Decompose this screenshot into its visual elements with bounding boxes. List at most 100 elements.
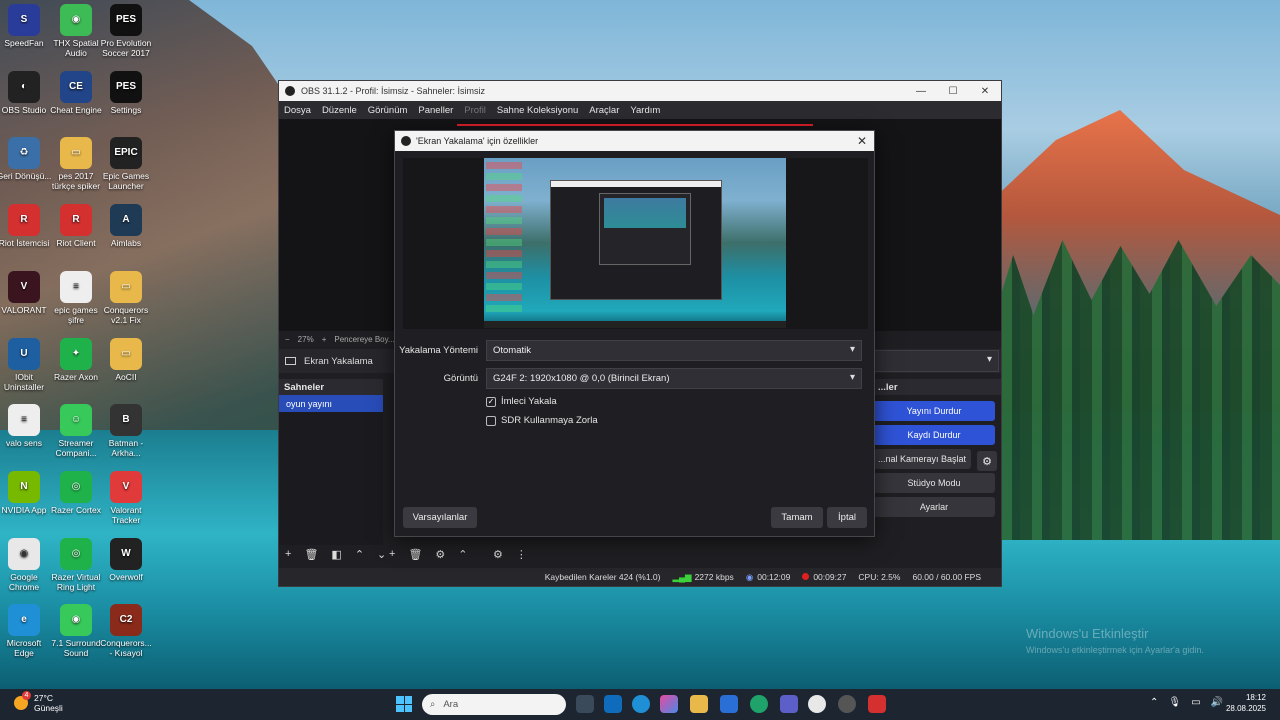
dialog-close-icon[interactable]: ✕	[850, 134, 874, 148]
desktop-icon[interactable]: ◉ 7.1 Surround Sound	[48, 604, 104, 658]
zoom-in-button[interactable]: +	[322, 335, 327, 344]
desktop-icon[interactable]: ☺ Streamer Compani...	[48, 404, 104, 458]
stop-stream-button[interactable]: Yayını Durdur	[873, 401, 995, 421]
desktop-icon[interactable]: ◉ THX Spatial Audio	[48, 4, 104, 58]
scenes-header: Sahneler	[284, 381, 325, 393]
source-settings-icon[interactable]: ⚙	[435, 548, 445, 561]
virtual-camera-button[interactable]: ...nal Kamerayı Başlat	[873, 449, 971, 469]
settings-button[interactable]: Ayarlar	[873, 497, 995, 517]
display-select[interactable]: G24F 2: 1920x1080 @ 0,0 (Birincil Ekran)	[486, 367, 862, 389]
obs-title-bar[interactable]: OBS 31.1.2 - Profil: İsimsiz - Sahneler:…	[279, 81, 1001, 101]
menu-araclar[interactable]: Araçlar	[589, 105, 619, 116]
edge-icon[interactable]	[632, 695, 650, 713]
desktop-icon[interactable]: CE Cheat Engine	[48, 70, 104, 115]
mixer-settings-icon[interactable]: ⚙	[493, 548, 503, 561]
remove-scene-icon[interactable]: 🗑	[304, 548, 318, 561]
desktop-icon[interactable]: ≡ epic games şifre	[48, 270, 104, 325]
capture-method-select[interactable]: Otomatik	[486, 339, 862, 361]
desktop-icon[interactable]: ≡ valo sens	[0, 404, 52, 448]
desktop-icon[interactable]: B Batman - Arkha...	[98, 404, 154, 458]
desktop-icon[interactable]: e Microsoft Edge	[0, 604, 52, 658]
desktop-icon[interactable]: ✦ Razer Axon	[48, 337, 104, 382]
checkbox-unchecked-icon[interactable]	[486, 415, 496, 426]
capture-cursor-checkbox[interactable]: ✓ İmleci Yakala	[486, 396, 557, 407]
zoom-fit-button[interactable]: Pencereye Boy...	[334, 335, 394, 344]
menu-profil[interactable]: Profil	[464, 105, 486, 116]
desktop-icon[interactable]: PES Settings	[98, 70, 154, 115]
zoom-out-button[interactable]: −	[285, 335, 290, 344]
properties-dialog[interactable]: 'Ekran Yakalama' için özellikler ✕ Yakal…	[394, 130, 875, 537]
desktop-icon[interactable]: ◉ Google Chrome	[0, 537, 52, 592]
cancel-button[interactable]: İptal	[827, 507, 867, 528]
desktop-icon[interactable]: PES Pro Evolution Soccer 2017	[98, 4, 154, 58]
menu-yardim[interactable]: Yardım	[630, 105, 660, 116]
microphone-icon[interactable]: 🎙	[1168, 697, 1181, 708]
desktop-icon[interactable]: U IObit Uninstaller	[0, 337, 52, 392]
maximize-icon[interactable]: ☐	[937, 86, 969, 97]
clock[interactable]: 18:12 28.08.2025	[1226, 692, 1266, 714]
close-icon[interactable]: ✕	[969, 86, 1001, 97]
desktop-icon[interactable]: ◐ OBS Studio	[0, 70, 52, 115]
scene-filter-icon[interactable]: ◧	[331, 548, 341, 561]
dialog-title-bar[interactable]: 'Ekran Yakalama' için özellikler ✕	[395, 131, 874, 151]
desktop-icon[interactable]: ◎ Razer Cortex	[48, 470, 104, 515]
file-explorer-icon[interactable]	[690, 695, 708, 713]
move-up-icon[interactable]: ⌃	[355, 548, 364, 561]
weather-widget[interactable]: 27°C Güneşli 4	[14, 691, 63, 713]
virtual-camera-settings-icon[interactable]: ⚙	[977, 451, 997, 471]
force-sdr-checkbox[interactable]: SDR Kullanmaya Zorla	[486, 415, 598, 426]
menu-duzenle[interactable]: Düzenle	[322, 105, 357, 116]
checkbox-checked-icon[interactable]: ✓	[486, 396, 496, 407]
desktop-icon[interactable]: ▭ Conquerors v2.1 Fix	[98, 270, 154, 325]
source-bounding-box[interactable]	[457, 124, 813, 126]
menu-paneller[interactable]: Paneller	[418, 105, 453, 116]
studio-mode-button[interactable]: Stüdyo Modu	[873, 473, 995, 493]
desktop-icon[interactable]: V Valorant Tracker	[98, 470, 154, 525]
chevron-up-icon[interactable]: ⌃	[1150, 697, 1158, 708]
display-icon[interactable]: ▭	[1191, 697, 1200, 708]
desktop-icon[interactable]: C2 Conquerors... - Kısayol	[98, 604, 154, 658]
activation-watermark: Windows'u Etkinleştir Windows'u etkinleş…	[1026, 626, 1204, 658]
teams-icon[interactable]	[780, 695, 798, 713]
desktop-icon[interactable]: ▭ AoCII	[98, 337, 154, 382]
desktop-icon[interactable]: ♻ Geri Dönüşü...	[0, 137, 52, 181]
desktop-icon[interactable]: R Riot Client	[48, 204, 104, 248]
scene-item-oyun-yayini[interactable]: oyun yayını	[279, 395, 383, 412]
defaults-button[interactable]: Varsayılanlar	[403, 507, 477, 528]
search-placeholder: Ara	[443, 699, 459, 710]
menu-sahne-koleksiyonu[interactable]: Sahne Koleksiyonu	[497, 105, 578, 116]
chrome-icon[interactable]	[808, 695, 826, 713]
desktop-icon[interactable]: EPIC Epic Games Launcher	[98, 137, 154, 191]
remove-source-icon[interactable]: 🗑	[408, 548, 422, 561]
taskbar-search[interactable]: ⌕ Ara	[422, 694, 566, 715]
desktop-icon[interactable]: W Overwolf	[98, 537, 154, 582]
desktop-icon[interactable]: R Riot İstemcisi	[0, 204, 52, 248]
desktop-icon[interactable]: ◎ Razer Virtual Ring Light	[48, 537, 104, 592]
outlook-icon[interactable]	[604, 695, 622, 713]
desktop-icon[interactable]: A Aimlabs	[98, 204, 154, 248]
desktop-icon[interactable]: S SpeedFan	[0, 4, 52, 48]
obs-taskbar-icon[interactable]	[838, 695, 856, 713]
valorant-taskbar-icon[interactable]	[868, 695, 886, 713]
task-view-icon[interactable]	[576, 695, 594, 713]
desktop-icon[interactable]: ▭ pes 2017 türkçe spiker	[48, 137, 104, 191]
iobit-icon[interactable]	[750, 695, 768, 713]
source-display-dropdown[interactable]	[873, 350, 999, 372]
add-source-icon[interactable]: +	[389, 548, 395, 560]
source-up-icon[interactable]: ⌃	[458, 548, 467, 561]
desktop-icon[interactable]: V VALORANT	[0, 270, 52, 315]
start-button[interactable]	[396, 696, 412, 712]
store-icon[interactable]	[720, 695, 738, 713]
record-time-value: 00:09:27	[813, 572, 847, 582]
menu-dosya[interactable]: Dosya	[284, 105, 311, 116]
minimize-icon[interactable]: —	[905, 86, 937, 97]
menu-gorunum[interactable]: Görünüm	[368, 105, 408, 116]
mixer-menu-icon[interactable]: ⋮	[516, 548, 527, 561]
desktop-icon[interactable]: N NVIDIA App	[0, 470, 52, 515]
copilot-icon[interactable]	[660, 695, 678, 713]
stop-recording-button[interactable]: Kaydı Durdur	[873, 425, 995, 445]
add-scene-icon[interactable]: +	[285, 548, 291, 560]
volume-icon[interactable]: 🔊	[1211, 697, 1223, 708]
ok-button[interactable]: Tamam	[771, 507, 823, 528]
status-bar: Kaybedilen Kareler 424 (%1.0) ▂▄▆ 2272 kb…	[279, 568, 1001, 586]
